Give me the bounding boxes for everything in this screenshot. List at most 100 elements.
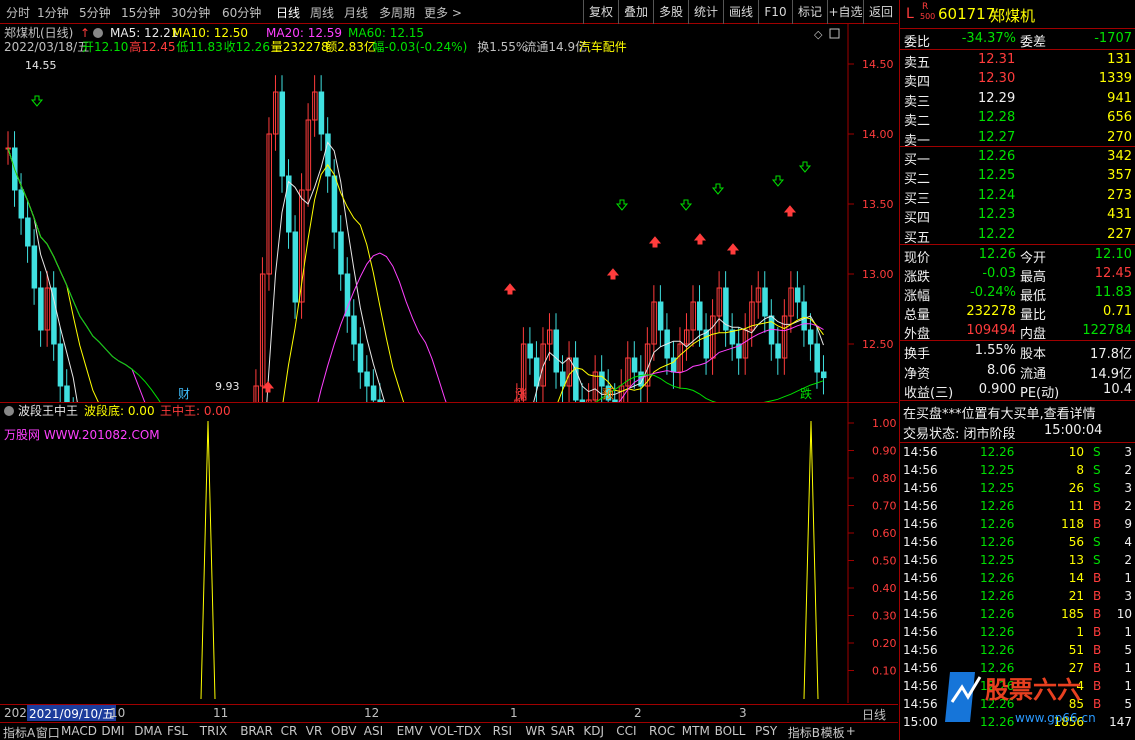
level-label: 卖四	[904, 75, 931, 91]
indicator-tab[interactable]: SAR	[551, 724, 575, 738]
indicator-tab[interactable]: BRAR	[240, 724, 273, 738]
back-button[interactable]: 返回	[863, 0, 898, 24]
period-tab-5min[interactable]: 5分钟	[79, 4, 111, 21]
indicator-tab[interactable]: MTM	[682, 724, 710, 738]
ask-row[interactable]: 卖三 12.29 941	[900, 90, 1135, 110]
stats-label: PE(动)	[1020, 386, 1060, 401]
period-tab-timeshare[interactable]: 分时	[6, 4, 30, 21]
indicator-tab[interactable]: MACD	[61, 724, 97, 738]
indicator-tab[interactable]: ROC	[649, 724, 675, 738]
period-tab-60min[interactable]: 60分钟	[222, 4, 261, 21]
tick-price: 12.26	[980, 517, 1015, 531]
event-marker-finance[interactable]: 财	[178, 387, 190, 401]
period-tab-daily[interactable]: 日线	[276, 4, 300, 21]
indicator-tab[interactable]: EMV	[397, 724, 423, 738]
candlestick-chart[interactable]: 14.5014.0013.5013.0012.5012.0011.5011.00…	[0, 24, 898, 402]
ma20-line	[7, 147, 824, 402]
draw-line-button[interactable]: 画线	[723, 0, 758, 24]
candle-body	[25, 217, 31, 247]
indicator-tab[interactable]: DMI	[101, 724, 124, 738]
indicator-tick: 1.00	[872, 417, 897, 430]
bid-row[interactable]: 买二 12.25 357	[900, 167, 1135, 187]
tick-side: B	[1093, 571, 1102, 585]
candle-body	[57, 343, 64, 387]
indicator-tab[interactable]: WR	[525, 724, 545, 738]
indicator-tab[interactable]: +	[846, 724, 856, 738]
indicator-tab[interactable]: 模板	[821, 724, 845, 740]
ask-row[interactable]: 卖五 12.31 131	[900, 51, 1135, 71]
indicator-tab[interactable]: CCI	[616, 724, 636, 738]
level-label: 卖五	[904, 56, 931, 71]
quote-value: 0.71	[1103, 304, 1132, 319]
event-marker-rise[interactable]: 涨	[515, 386, 527, 401]
event-marker-forecast[interactable]: 预	[602, 387, 614, 401]
mark-button[interactable]: 标记	[792, 0, 827, 24]
stats-label: 换手	[904, 347, 931, 362]
indicator-tab[interactable]: RSI	[493, 724, 513, 738]
f10-button[interactable]: F10	[758, 0, 792, 24]
sell-arrow-icon	[711, 183, 725, 195]
indicator-tab[interactable]: OBV	[331, 724, 357, 738]
adjust-button[interactable]: 复权	[583, 0, 618, 24]
tick-volume: 1	[1076, 625, 1084, 639]
indicator-tab[interactable]: TRIX	[200, 724, 227, 738]
period-tab-30min[interactable]: 30分钟	[171, 4, 210, 21]
indicator-tab[interactable]: 指标B	[788, 724, 820, 740]
info-item: 收12.26	[224, 40, 270, 54]
indicator-dropdown-icon[interactable]	[4, 406, 14, 416]
indicator-tab[interactable]: VR	[306, 724, 323, 738]
ask-row[interactable]: 卖四 12.30 1339	[900, 70, 1135, 90]
period-tab-15min[interactable]: 15分钟	[121, 4, 160, 21]
overlay-button[interactable]: 叠加	[618, 0, 653, 24]
candle-body	[703, 329, 710, 359]
indicator-tab[interactable]: 指标A	[3, 724, 35, 740]
order-ratio-row: 委比 -34.37% 委差 -1707	[904, 31, 1132, 50]
bid-row[interactable]: 买五 12.22 227	[900, 226, 1135, 246]
period-tab-1min[interactable]: 1分钟	[37, 4, 69, 21]
ask-row[interactable]: 卖二 12.28 656	[900, 109, 1135, 129]
indicator-tab[interactable]: FSL	[167, 724, 188, 738]
bid-row[interactable]: 买三 12.24 273	[900, 187, 1135, 207]
indicator-tab[interactable]: PSY	[755, 724, 777, 738]
indicator-tab[interactable]: ASI	[364, 724, 383, 738]
indicator-tab[interactable]: 窗口	[36, 724, 60, 740]
indicator-tab[interactable]: BOLL	[715, 724, 746, 738]
bid-row[interactable]: 买一 12.26 342	[900, 148, 1135, 168]
level-volume: 270	[1107, 129, 1132, 145]
maximize-icon[interactable]	[829, 28, 840, 39]
candle-body	[38, 287, 44, 331]
date-axis-start: 202	[4, 706, 27, 720]
indicator-tab[interactable]: VOL-TDX	[429, 724, 481, 738]
level-price: 12.22	[978, 226, 1016, 242]
candle-body	[286, 175, 292, 233]
tick-volume: 56	[1068, 535, 1084, 549]
big-order-notice[interactable]: 在买盘***位置有大买单,查看详情	[900, 402, 1135, 422]
period-tab-more[interactable]: 更多 >	[424, 4, 462, 21]
bid-row[interactable]: 买四 12.23 431	[900, 206, 1135, 226]
level-volume: 941	[1107, 90, 1132, 106]
period-tab-weekly[interactable]: 周线	[310, 4, 334, 21]
tick-count: 3	[1124, 589, 1132, 603]
indicator-tab[interactable]: KDJ	[583, 724, 604, 738]
period-tab-multi[interactable]: 多周期	[379, 4, 415, 21]
indicator-tab[interactable]: CR	[281, 724, 298, 738]
tick-time: 14:56	[903, 517, 938, 531]
indicator-chart[interactable]: 波段王中王 波段底: 0.00 王中王: 0.00 万股网 WWW.201082…	[0, 403, 898, 703]
tick-volume: 11	[1068, 499, 1084, 513]
add-watchlist-button[interactable]: +自选	[827, 0, 863, 24]
candle-body	[599, 371, 605, 387]
info-item: 量232278	[271, 40, 329, 54]
ma60-line	[7, 147, 824, 402]
diamond-icon[interactable]: ◇	[814, 28, 823, 41]
level-volume: 342	[1107, 149, 1132, 164]
selected-date[interactable]: 2021/09/10/五	[27, 705, 117, 721]
settings-dropdown-icon[interactable]	[93, 28, 103, 38]
date-axis-period: 日线	[862, 708, 887, 722]
stats-button[interactable]: 统计	[688, 0, 723, 24]
multi-stock-button[interactable]: 多股	[653, 0, 688, 24]
sell-arrow-icon	[679, 199, 693, 211]
event-marker-fall[interactable]: 跌	[800, 386, 812, 401]
indicator-tab[interactable]: DMA	[134, 724, 162, 738]
period-tab-monthly[interactable]: 月线	[344, 4, 368, 21]
badge-r: R	[922, 2, 929, 12]
